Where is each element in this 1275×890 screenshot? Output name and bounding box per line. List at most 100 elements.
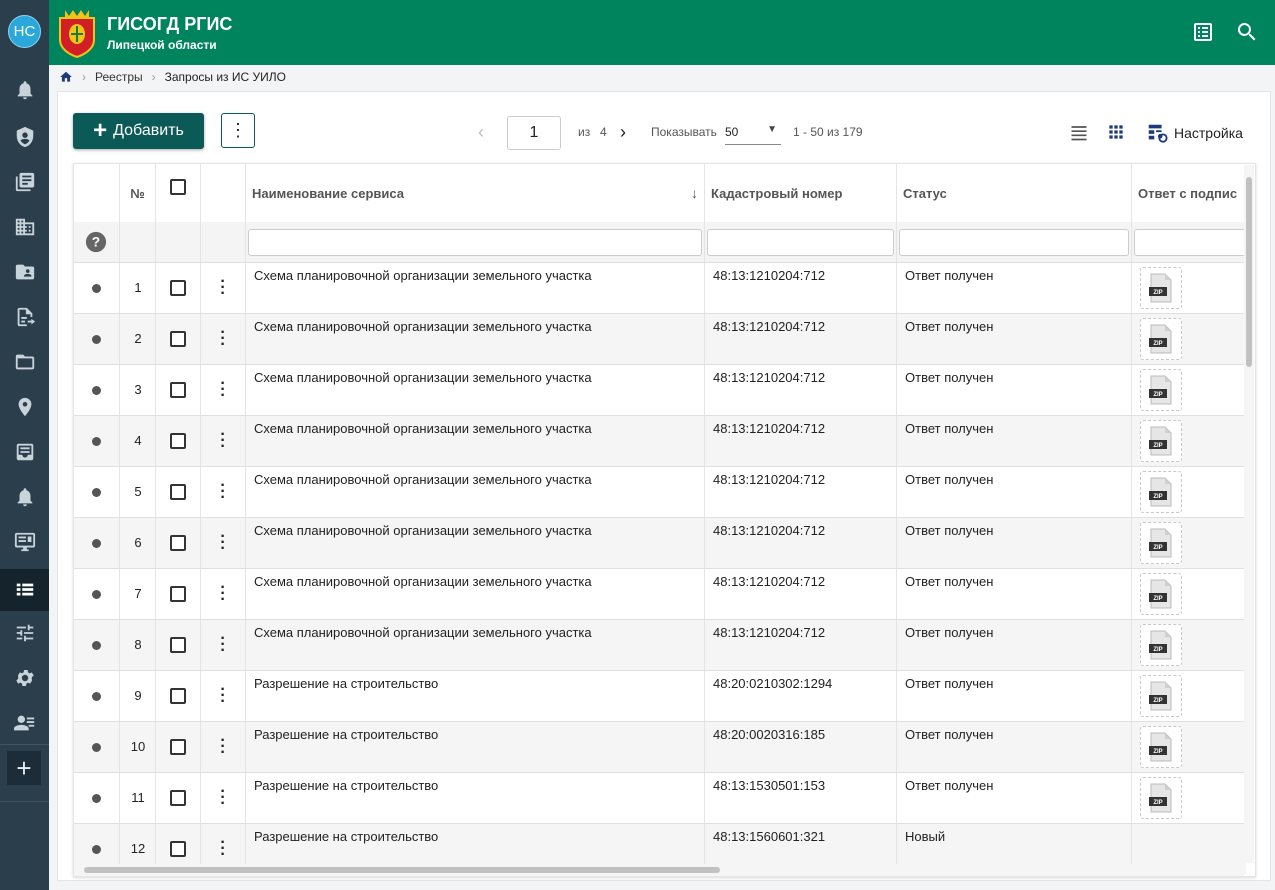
add-button[interactable]: + Добавить [73, 113, 204, 149]
cadastral-filter-input[interactable] [707, 229, 894, 256]
zip-file-icon[interactable]: ZIP [1140, 420, 1182, 462]
service-filter-input[interactable] [248, 229, 702, 256]
row-status-text-cell: Ответ получен [897, 518, 1132, 569]
signed-filter-input[interactable] [1134, 229, 1249, 256]
row-menu-icon[interactable]: · · · [213, 274, 233, 302]
zip-file-icon[interactable]: ZIP [1140, 726, 1182, 768]
more-actions-button[interactable]: ⋮ [221, 113, 255, 148]
vertical-scroll-thumb[interactable] [1246, 177, 1252, 367]
zip-file-icon[interactable]: ZIP [1140, 777, 1182, 819]
row-menu-icon[interactable]: · · · [213, 376, 233, 404]
per-page-select[interactable]: 50 ▼ [725, 121, 781, 145]
users-list-icon[interactable] [0, 703, 49, 743]
row-menu-icon[interactable]: · · · [213, 478, 233, 506]
bell-icon[interactable] [0, 70, 49, 110]
row-checkbox[interactable] [170, 637, 186, 653]
row-menu-icon[interactable]: · · · [213, 733, 233, 761]
header-signed-response[interactable]: Ответ с подпис [1132, 164, 1246, 222]
row-menu-icon[interactable]: · · · [213, 784, 233, 812]
service-name: Разрешение на строительство [254, 727, 439, 742]
zip-file-icon[interactable]: ZIP [1140, 267, 1182, 309]
folder-open-icon[interactable] [0, 342, 49, 382]
user-avatar[interactable]: НС [8, 15, 41, 48]
table-row[interactable]: 2 · · · Схема планировочной организации земе… [74, 313, 1246, 365]
help-icon[interactable]: ? [85, 231, 107, 253]
next-page-button[interactable]: › [620, 122, 626, 143]
zip-file-icon[interactable]: ZIP [1140, 471, 1182, 513]
row-menu-icon[interactable]: · · · [213, 529, 233, 557]
sidebar: НС + [0, 0, 49, 890]
search-icon[interactable] [1235, 20, 1259, 44]
zip-file-icon[interactable]: ZIP [1140, 522, 1182, 564]
list-view-icon[interactable] [1069, 122, 1089, 147]
add-module-button[interactable]: + [7, 751, 41, 785]
row-checkbox[interactable] [170, 841, 186, 857]
monitor-icon[interactable] [0, 522, 49, 562]
sort-desc-icon[interactable]: ↓ [691, 185, 698, 201]
document-export-icon[interactable] [0, 297, 49, 337]
header-service-label: Наименование сервиса [252, 185, 404, 201]
row-menu-icon[interactable]: · · · [213, 325, 233, 353]
row-checkbox[interactable] [170, 484, 186, 500]
table-row[interactable]: 8 · · · Схема планировочной организации земе… [74, 619, 1246, 671]
header-select-all[interactable] [156, 164, 201, 222]
zip-file-icon[interactable]: ZIP [1140, 573, 1182, 615]
row-menu-icon[interactable]: · · · [213, 631, 233, 659]
row-checkbox[interactable] [170, 433, 186, 449]
select-all-checkbox[interactable] [170, 179, 186, 195]
map-pin-icon[interactable] [0, 387, 49, 427]
svg-text:?: ? [92, 235, 100, 250]
shield-icon[interactable] [0, 117, 49, 157]
page-number-input[interactable] [507, 116, 561, 150]
horizontal-scroll-thumb[interactable] [84, 867, 720, 873]
registry-book-icon[interactable] [1191, 20, 1215, 44]
notification-bell-icon[interactable] [0, 477, 49, 517]
header-status[interactable]: Статус [897, 164, 1132, 222]
zip-file-icon[interactable]: ZIP [1140, 369, 1182, 411]
contact-folder-icon[interactable] [0, 252, 49, 292]
row-menu-icon[interactable]: · · · [213, 427, 233, 455]
table-row[interactable]: 6 · · · Схема планировочной организации земе… [74, 517, 1246, 569]
row-menu-icon[interactable]: · · · [213, 835, 233, 863]
zip-file-icon[interactable]: ZIP [1140, 675, 1182, 717]
row-cadastral-cell: 48:13:1530501:153 [705, 773, 897, 824]
row-checkbox[interactable] [170, 535, 186, 551]
header-service[interactable]: Наименование сервиса ↓ [246, 164, 705, 222]
table-row[interactable]: 11 · · · Разрешение на строительство 48:13:15… [74, 772, 1246, 824]
row-menu-icon[interactable]: · · · [213, 682, 233, 710]
horizontal-scrollbar[interactable] [74, 864, 1244, 876]
row-checkbox[interactable] [170, 739, 186, 755]
header-cadastral[interactable]: Кадастровый номер [705, 164, 897, 222]
table-row[interactable]: 10 · · · Разрешение на строительство 48:20:00… [74, 721, 1246, 773]
table-row[interactable]: 9 · · · Разрешение на строительство 48:20:021… [74, 670, 1246, 722]
table-row[interactable]: 5 · · · Схема планировочной организации земе… [74, 466, 1246, 518]
home-icon[interactable] [59, 70, 73, 84]
prev-page-button[interactable]: ‹ [478, 122, 484, 143]
table-settings-button[interactable]: Настройка [1146, 122, 1243, 144]
table-row[interactable]: 7 · · · Схема планировочной организации земе… [74, 568, 1246, 620]
zip-file-icon[interactable]: ZIP [1140, 318, 1182, 360]
row-checkbox[interactable] [170, 331, 186, 347]
breadcrumb-current: Запросы из ИС УИЛО [164, 70, 286, 84]
vertical-scrollbar[interactable] [1244, 165, 1254, 863]
sliders-icon[interactable] [0, 613, 49, 653]
table-row[interactable]: 4 · · · Схема планировочной организации земе… [74, 415, 1246, 467]
row-checkbox[interactable] [170, 382, 186, 398]
row-checkbox[interactable] [170, 280, 186, 296]
zip-file-icon[interactable]: ZIP [1140, 624, 1182, 666]
status-filter-input[interactable] [899, 229, 1129, 256]
book-icon[interactable] [0, 162, 49, 202]
row-checkbox[interactable] [170, 688, 186, 704]
breadcrumb-registries[interactable]: Реестры [95, 70, 143, 84]
row-checkbox[interactable] [170, 790, 186, 806]
grid-view-icon[interactable] [1106, 122, 1126, 147]
buildings-icon[interactable] [0, 207, 49, 247]
row-menu-icon[interactable]: · · · [213, 580, 233, 608]
registry-list-icon[interactable] [0, 569, 49, 611]
gear-icon[interactable] [0, 658, 49, 698]
filter-status [897, 222, 1132, 262]
inbox-icon[interactable] [0, 432, 49, 472]
row-checkbox[interactable] [170, 586, 186, 602]
table-row[interactable]: 3 · · · Схема планировочной организации земе… [74, 364, 1246, 416]
table-row[interactable]: 1 · · · Схема планировочной организации земе… [74, 262, 1246, 314]
